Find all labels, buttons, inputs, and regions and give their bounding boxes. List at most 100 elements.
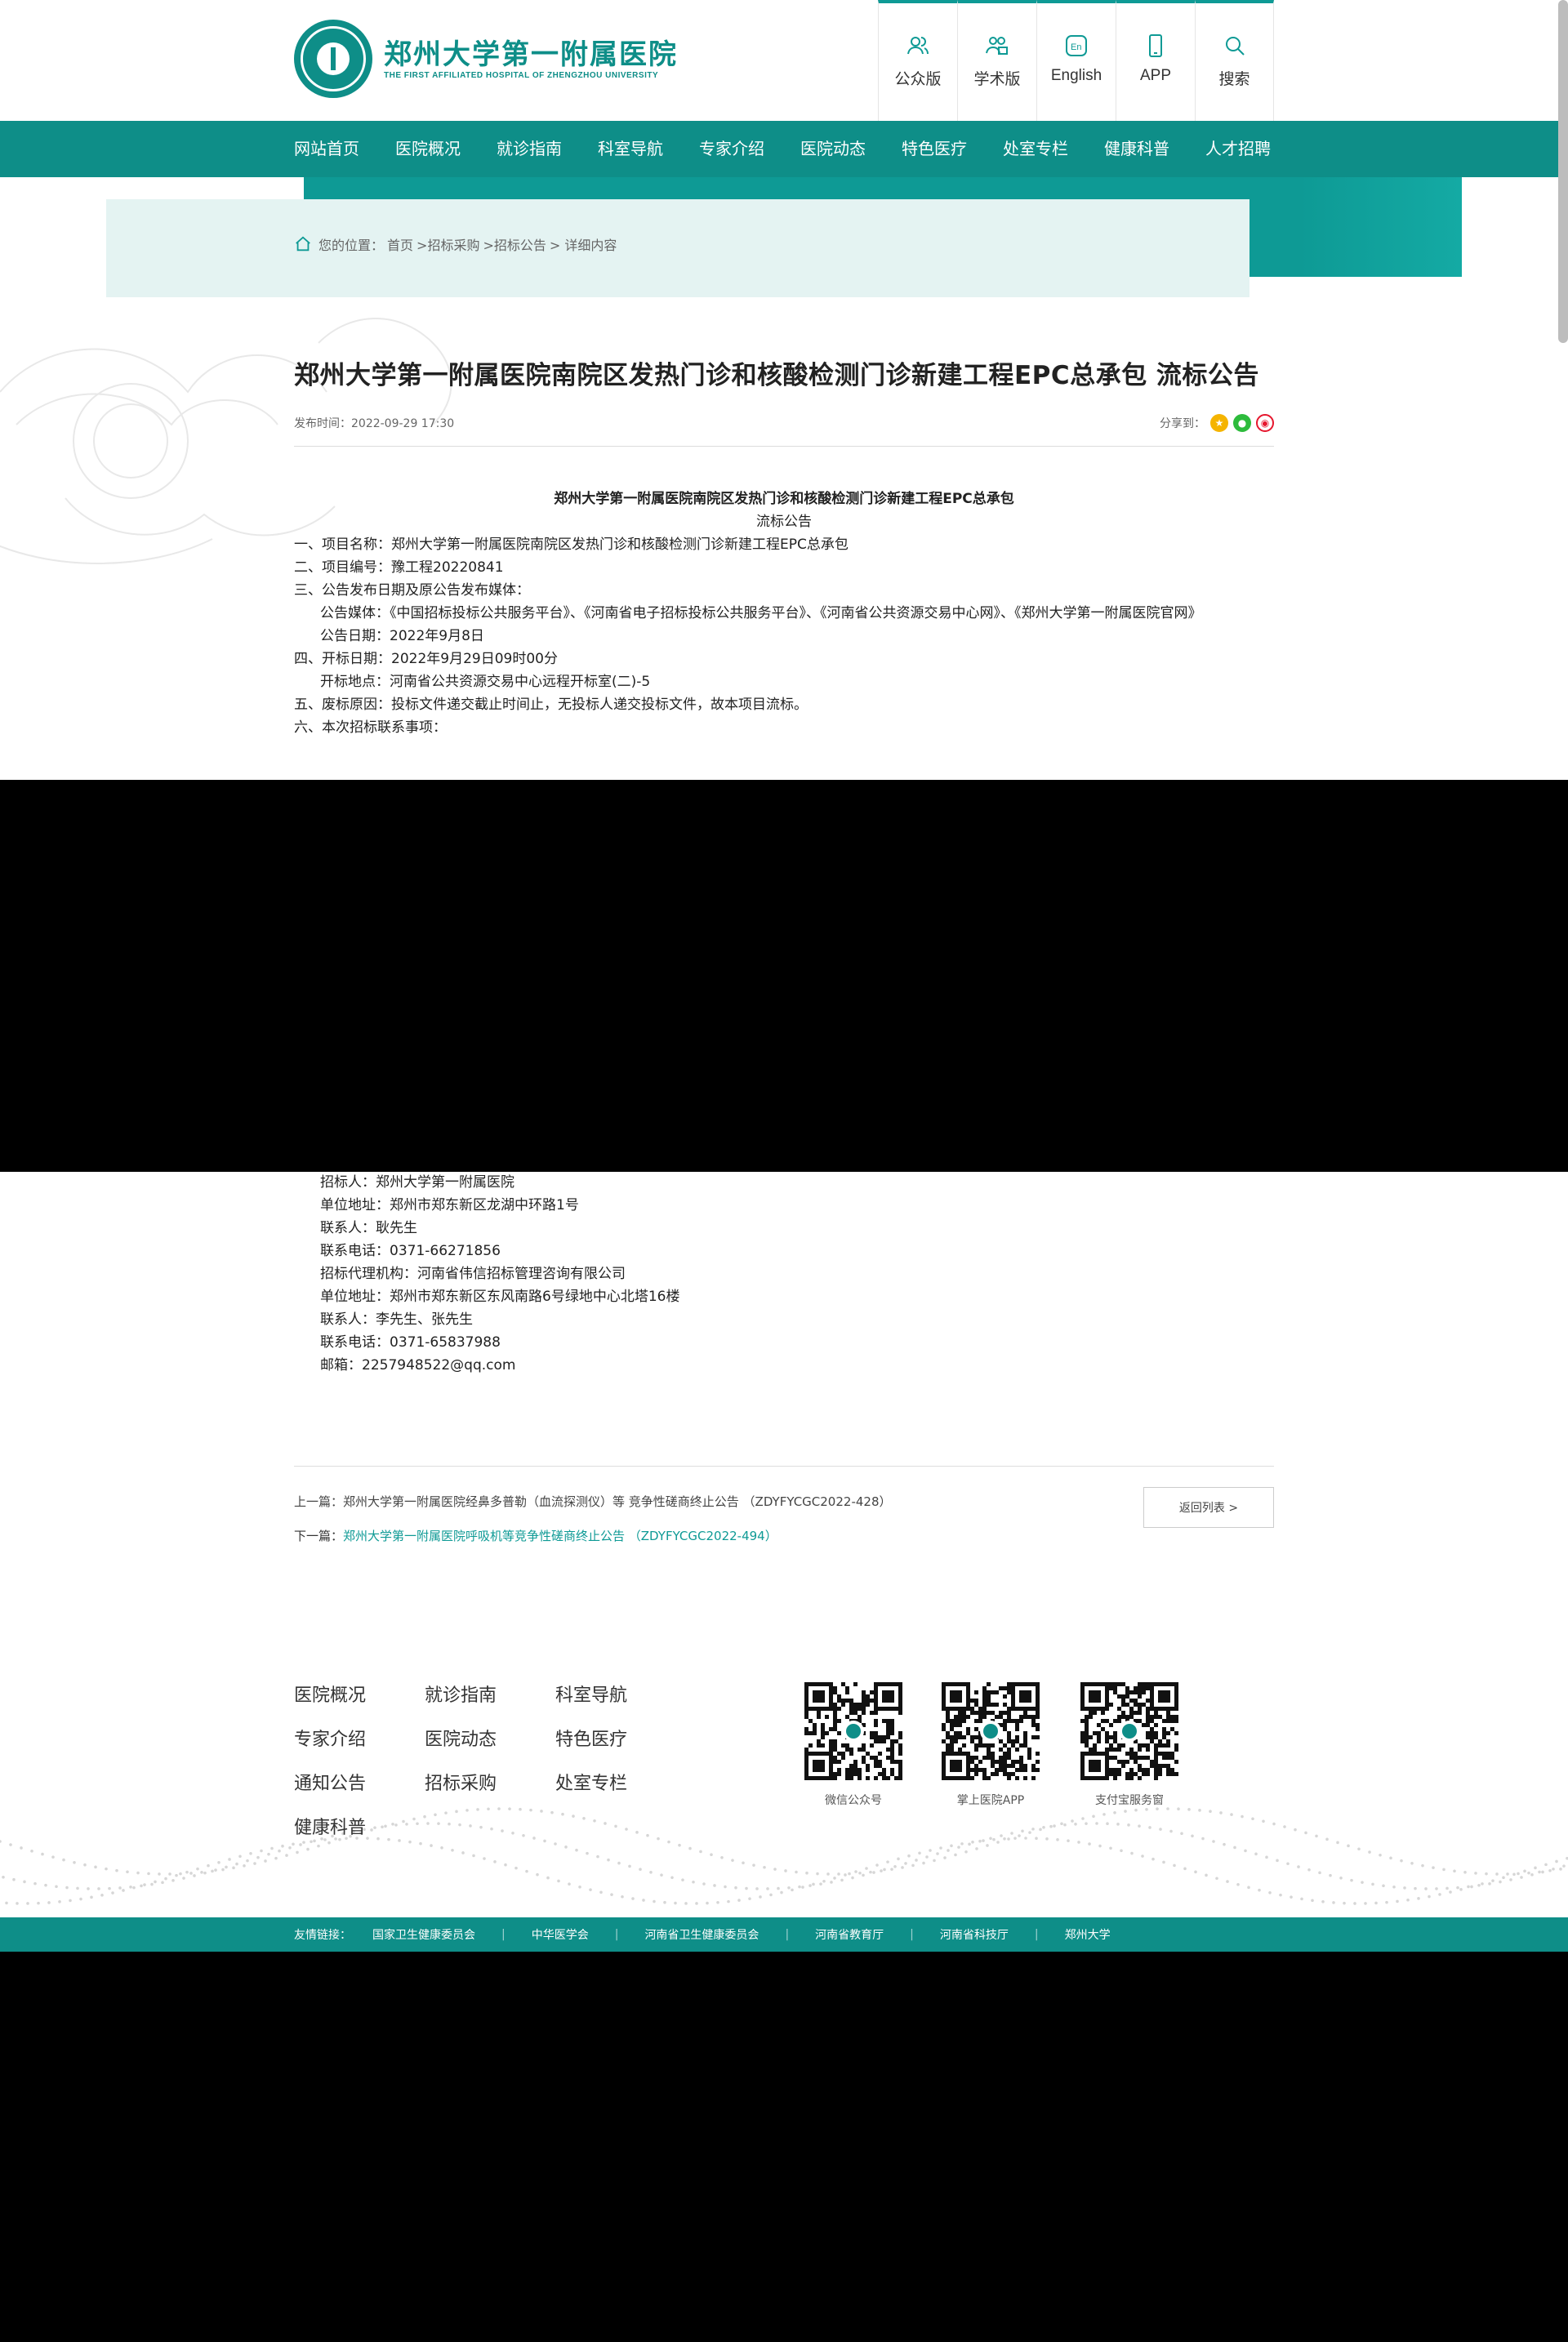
nav-health[interactable]: 健康科普 (1104, 121, 1169, 177)
body-line: 五、废标原因：投标文件递交截止时间止，无投标人递交投标文件，故本项目流标。 (294, 697, 808, 713)
contact-line: 邮箱：2257948522@qq.com (320, 1357, 516, 1374)
body-line: 一、项目名称：郑州大学第一附属医院南院区发热门诊和核酸检测门诊新建工程EPC总承… (294, 537, 849, 553)
contact-line: 单位地址：郑州市郑东新区龙湖中环路1号 (320, 1197, 579, 1213)
contact-line: 招标人：郑州大学第一附属医院 (320, 1174, 514, 1191)
qr-label: 支付宝服务窗 (1095, 1794, 1164, 1807)
prev-article[interactable]: 上一篇：郑州大学第一附属医院经鼻多普勒（血流探测仪）等 竞争性磋商终止公告 （Z… (294, 1493, 891, 1510)
footer-link[interactable]: 医院概况 (294, 1681, 425, 1707)
contact-line: 联系人：耿先生 (320, 1220, 417, 1236)
publish-time: 发布时间：2022-09-29 17:30 (294, 417, 455, 430)
body-line: 四、开标日期：2022年9月29日09时00分 (294, 651, 558, 667)
body-line: 公告媒体：《中国招标投标公共服务平台》、《河南省电子招标投标公共服务平台》、《河… (320, 605, 1202, 621)
breadcrumb-purchase[interactable]: >招标采购 (416, 234, 479, 254)
qr-label: 微信公众号 (825, 1794, 882, 1807)
footer-link[interactable]: 招标采购 (425, 1769, 555, 1795)
share-bar: 分享到： ★ ● ◉ (1160, 414, 1274, 432)
en-icon: En (1066, 35, 1087, 56)
redacted-footer-region (0, 1952, 1568, 2342)
prev-link[interactable]: 郑州大学第一附属医院经鼻多普勒（血流探测仪）等 竞争性磋商终止公告 （ZDYFY… (343, 1494, 891, 1509)
friend-link[interactable]: 河南省卫生健康委员会 (644, 1926, 759, 1943)
main-nav: 网站首页 医院概况 就诊指南 科室导航 专家介绍 医院动态 特色医疗 处室专栏 … (0, 121, 1568, 177)
article: 郑州大学第一附属医院南院区发热门诊和核酸检测门诊新建工程EPC总承包 流标公告 … (294, 359, 1274, 739)
friend-link[interactable]: 河南省科技厅 (940, 1926, 1009, 1943)
contact-line: 单位地址：郑州市郑东新区东风南路6号绿地中心北塔16楼 (320, 1289, 680, 1305)
breadcrumb-prefix: 您的位置： (318, 238, 385, 253)
friend-link[interactable]: 郑州大学 (1065, 1926, 1111, 1943)
article-body: 郑州大学第一附属医院南院区发热门诊和核酸检测门诊新建工程EPC总承包 流标公告 … (294, 488, 1274, 739)
quick-public-version[interactable]: 公众版 (878, 0, 957, 121)
title-divider (294, 446, 1274, 447)
footer-link[interactable]: 医院动态 (425, 1725, 555, 1751)
breadcrumb-current: > 详细内容 (549, 238, 617, 253)
friend-links-bar: 友情链接： 国家卫生健康委员会 | 中华医学会 | 河南省卫生健康委员会 | 河南省教… (0, 1917, 1568, 1952)
academic-icon (986, 37, 1008, 55)
footer-link[interactable]: 健康科普 (294, 1813, 425, 1839)
share-label: 分享到： (1160, 417, 1205, 430)
quick-label: APP (1139, 67, 1172, 84)
body-line: 二、项目编号：豫工程20220841 (294, 559, 504, 576)
redacted-region (0, 780, 1568, 1172)
logo-chinese-name: 郑州大学第一附属医院 (384, 38, 678, 71)
qr-alipay: 支付宝服务窗 (1080, 1682, 1178, 1808)
qr-app: 掌上医院APP (942, 1682, 1040, 1808)
nav-guide[interactable]: 就诊指南 (497, 121, 562, 177)
next-link[interactable]: 郑州大学第一附属医院呼吸机等竞争性磋商终止公告 （ZDYFYCGC2022-49… (343, 1529, 777, 1543)
weibo-icon[interactable]: ◉ (1256, 414, 1274, 432)
svg-text:En: En (1071, 42, 1081, 52)
prev-label: 上一篇： (294, 1494, 344, 1509)
qr-wechat: 微信公众号 (804, 1682, 902, 1808)
quick-english-version[interactable]: En English (1036, 0, 1116, 121)
footer-link[interactable]: 专家介绍 (294, 1725, 425, 1751)
contact-line: 联系电话：0371-66271856 (320, 1243, 501, 1259)
friends-label: 友情链接： (294, 1929, 351, 1942)
breadcrumb-panel: 您的位置： 首页 >招标采购 >招标公告 > 详细内容 (106, 199, 1250, 297)
footer-links: 医院概况 就诊指南 科室导航 专家介绍 医院动态 特色医疗 通知公告 招标采购 … (294, 1681, 686, 1839)
contact-info: 招标人：郑州大学第一附属医院 单位地址：郑州市郑东新区龙湖中环路1号 联系人：耿… (320, 1171, 679, 1377)
next-label: 下一篇： (294, 1529, 344, 1543)
footer-link[interactable]: 就诊指南 (425, 1681, 555, 1707)
friend-link[interactable]: 国家卫生健康委员会 (372, 1926, 475, 1943)
body-heading: 郑州大学第一附属医院南院区发热门诊和核酸检测门诊新建工程EPC总承包 (554, 491, 1014, 507)
nav-offices[interactable]: 处室专栏 (1003, 121, 1068, 177)
quick-academic-version[interactable]: 学术版 (957, 0, 1036, 121)
nav-home[interactable]: 网站首页 (294, 121, 359, 177)
qzone-star-icon[interactable]: ★ (1210, 414, 1228, 432)
back-to-list-button[interactable]: 返回列表 > (1143, 1487, 1274, 1528)
breadcrumb: 您的位置： 首页 >招标采购 >招标公告 > 详细内容 (294, 234, 620, 254)
breadcrumb-home[interactable]: 首页 (387, 234, 413, 254)
quick-search[interactable]: 搜索 (1195, 0, 1274, 121)
wechat-icon[interactable]: ● (1233, 414, 1251, 432)
breadcrumb-notice[interactable]: >招标公告 (483, 234, 546, 254)
quick-label: 公众版 (894, 71, 942, 88)
page: 郑州大学第一附属医院 THE FIRST AFFILIATED HOSPITAL… (0, 0, 1568, 2342)
next-article[interactable]: 下一篇：郑州大学第一附属医院呼吸机等竞争性磋商终止公告 （ZDYFYCGC202… (294, 1527, 777, 1544)
article-meta: 发布时间：2022-09-29 17:30 分享到： ★ ● ◉ (294, 413, 1274, 433)
nav-special[interactable]: 特色医疗 (902, 121, 967, 177)
site-header: 郑州大学第一附属医院 THE FIRST AFFILIATED HOSPITAL… (0, 0, 1568, 121)
nav-news[interactable]: 医院动态 (800, 121, 866, 177)
body-line: 三、公告发布日期及原公告发布媒体： (294, 582, 530, 599)
friend-link[interactable]: 河南省教育厅 (815, 1926, 884, 1943)
footer-link[interactable]: 处室专栏 (555, 1769, 686, 1795)
quick-app[interactable]: APP (1116, 0, 1195, 121)
nav-jobs[interactable]: 人才招聘 (1205, 121, 1271, 177)
body-line: 六、本次招标联系事项： (294, 719, 447, 736)
logo-english-name: THE FIRST AFFILIATED HOSPITAL OF ZHENGZH… (384, 70, 659, 80)
footer-link[interactable]: 特色医疗 (555, 1725, 686, 1751)
nav-experts[interactable]: 专家介绍 (699, 121, 764, 177)
hospital-emblem-icon (294, 20, 372, 98)
nav-overview[interactable]: 医院概况 (395, 121, 461, 177)
phone-icon (1149, 34, 1162, 57)
contact-line: 招标代理机构：河南省伟信招标管理咨询有限公司 (320, 1266, 626, 1282)
contact-line: 联系电话：0371-65837988 (320, 1334, 501, 1351)
footer-link[interactable]: 通知公告 (294, 1769, 425, 1795)
footer-link[interactable]: 科室导航 (555, 1681, 686, 1707)
alipay-qr-code-icon (1080, 1682, 1178, 1780)
footer-dot-wave (0, 1807, 1568, 1905)
page-scrollbar[interactable] (1558, 0, 1568, 343)
nav-departments[interactable]: 科室导航 (598, 121, 663, 177)
quick-label: 搜索 (1218, 71, 1250, 88)
hospital-logo[interactable]: 郑州大学第一附属医院 THE FIRST AFFILIATED HOSPITAL… (294, 20, 678, 98)
friend-link[interactable]: 中华医学会 (532, 1926, 589, 1943)
quick-label: 学术版 (973, 71, 1021, 88)
